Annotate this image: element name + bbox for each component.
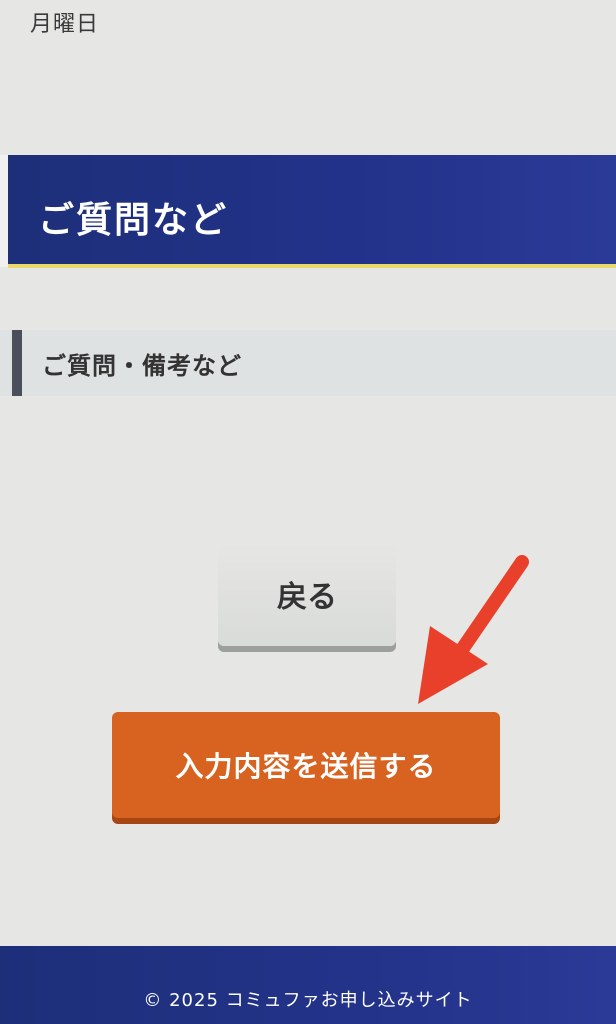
banner-underline <box>8 264 616 268</box>
weekday-text: 月曜日 <box>30 12 100 37</box>
section-banner: ご質問など <box>0 155 616 268</box>
footer: © 2025 コミュファお申し込みサイト <box>0 946 616 1024</box>
subheading-accent <box>12 330 22 396</box>
submit-button[interactable]: 入力内容を送信する <box>112 712 500 818</box>
red-arrow-icon <box>418 555 529 704</box>
subheading: ご質問・備考など <box>0 330 616 396</box>
back-button[interactable]: 戻る <box>218 542 396 646</box>
footer-copyright: © 2025 コミュファお申し込みサイト <box>143 990 473 1011</box>
section-title: ご質問など <box>38 200 229 241</box>
subheading-label: ご質問・備考など <box>42 352 242 380</box>
